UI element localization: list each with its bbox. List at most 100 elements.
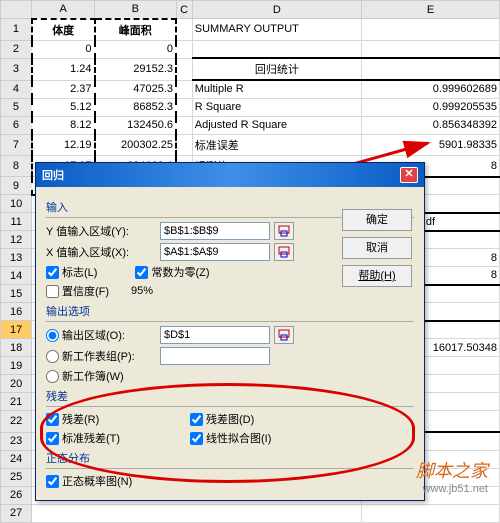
row-header[interactable]: 22 bbox=[1, 411, 32, 433]
cell[interactable]: 回归统计 bbox=[192, 58, 361, 80]
cancel-button[interactable]: 取消 bbox=[342, 237, 412, 259]
cell[interactable]: 5901.98335 bbox=[362, 134, 500, 155]
ok-button[interactable]: 确定 bbox=[342, 209, 412, 231]
cell[interactable] bbox=[362, 40, 500, 58]
row-header[interactable]: 7 bbox=[1, 134, 32, 155]
row-header[interactable]: 24 bbox=[1, 450, 32, 468]
cell[interactable]: 0.999205535 bbox=[362, 98, 500, 116]
help-button[interactable]: 帮助(H) bbox=[342, 265, 412, 287]
residual-checkbox[interactable] bbox=[46, 413, 59, 426]
cell[interactable] bbox=[176, 98, 192, 116]
cell[interactable]: 132450.6 bbox=[95, 116, 177, 134]
cell[interactable] bbox=[176, 58, 192, 80]
row-header[interactable]: 3 bbox=[1, 58, 32, 80]
cell[interactable]: R Square bbox=[192, 98, 361, 116]
cell[interactable]: 0.856348392 bbox=[362, 116, 500, 134]
row-header[interactable]: 15 bbox=[1, 285, 32, 303]
cell[interactable]: 86852.3 bbox=[95, 98, 177, 116]
cell[interactable]: 0 bbox=[32, 40, 95, 58]
cell[interactable] bbox=[192, 40, 361, 58]
output-range-ref-button[interactable] bbox=[274, 326, 294, 344]
row-header[interactable]: 5 bbox=[1, 98, 32, 116]
corner-cell[interactable] bbox=[1, 1, 32, 19]
const-zero-label: 常数为零(Z) bbox=[151, 264, 209, 280]
new-book-radio[interactable] bbox=[46, 370, 59, 383]
cell[interactable] bbox=[362, 19, 500, 41]
row-header[interactable]: 27 bbox=[1, 504, 32, 522]
cell[interactable]: Adjusted R Square bbox=[192, 116, 361, 134]
residual-section-label: 残差 bbox=[46, 388, 414, 407]
cell[interactable] bbox=[362, 504, 500, 522]
line-fit-label: 线性拟合图(I) bbox=[206, 430, 271, 446]
cell[interactable]: SUMMARY OUTPUT bbox=[192, 19, 361, 41]
close-button[interactable]: ✕ bbox=[400, 167, 418, 183]
row-header[interactable]: 26 bbox=[1, 486, 32, 504]
row-header[interactable]: 14 bbox=[1, 267, 32, 285]
cell[interactable]: 47025.3 bbox=[95, 80, 177, 98]
cell[interactable]: 1.24 bbox=[32, 58, 95, 80]
dialog-titlebar[interactable]: 回归 ✕ bbox=[36, 163, 424, 187]
row-header[interactable]: 1 bbox=[1, 19, 32, 41]
residual-plot-label: 残差图(D) bbox=[206, 411, 254, 427]
cell[interactable]: 5.12 bbox=[32, 98, 95, 116]
col-header-C[interactable]: C bbox=[176, 1, 192, 19]
row-header[interactable]: 16 bbox=[1, 303, 32, 321]
cell[interactable] bbox=[176, 134, 192, 155]
y-range-input[interactable] bbox=[160, 222, 270, 240]
row-header[interactable]: 10 bbox=[1, 195, 32, 213]
const-zero-checkbox[interactable] bbox=[135, 266, 148, 279]
col-header-E[interactable]: E bbox=[362, 1, 500, 19]
y-range-ref-button[interactable] bbox=[274, 222, 294, 240]
cell[interactable]: 0 bbox=[95, 40, 177, 58]
line-fit-checkbox[interactable] bbox=[190, 432, 203, 445]
row-header[interactable]: 4 bbox=[1, 80, 32, 98]
row-header[interactable]: 23 bbox=[1, 432, 32, 450]
residual-label: 残差(R) bbox=[62, 411, 99, 427]
normal-plot-checkbox[interactable] bbox=[46, 475, 59, 488]
output-range-radio[interactable] bbox=[46, 329, 59, 342]
dialog-title: 回归 bbox=[42, 167, 64, 183]
row-header[interactable]: 12 bbox=[1, 231, 32, 249]
new-sheet-radio[interactable] bbox=[46, 350, 59, 363]
cell[interactable] bbox=[176, 40, 192, 58]
cell[interactable] bbox=[176, 116, 192, 134]
row-header[interactable]: 18 bbox=[1, 339, 32, 357]
col-header-B[interactable]: B bbox=[95, 1, 177, 19]
new-book-label: 新工作簿(W) bbox=[62, 368, 124, 384]
row-header[interactable]: 2 bbox=[1, 40, 32, 58]
cell[interactable] bbox=[176, 19, 192, 41]
cell[interactable]: 标准误差 bbox=[192, 134, 361, 155]
col-header-A[interactable]: A bbox=[32, 1, 95, 19]
cell[interactable]: 12.19 bbox=[32, 134, 95, 155]
cell[interactable] bbox=[362, 58, 500, 80]
cell[interactable]: 2.37 bbox=[32, 80, 95, 98]
cell[interactable]: 29152.3 bbox=[95, 58, 177, 80]
cell[interactable]: 200302.25 bbox=[95, 134, 177, 155]
cell[interactable]: 峰面积 bbox=[95, 19, 177, 41]
cell[interactable]: Multiple R bbox=[192, 80, 361, 98]
row-header[interactable]: 13 bbox=[1, 249, 32, 267]
row-header[interactable]: 20 bbox=[1, 375, 32, 393]
row-header[interactable]: 8 bbox=[1, 155, 32, 177]
x-range-input[interactable] bbox=[160, 243, 270, 261]
row-header[interactable]: 21 bbox=[1, 393, 32, 411]
row-header[interactable]: 25 bbox=[1, 468, 32, 486]
residual-plot-checkbox[interactable] bbox=[190, 413, 203, 426]
col-header-D[interactable]: D bbox=[192, 1, 361, 19]
cell[interactable]: 体度 bbox=[32, 19, 95, 41]
row-header[interactable]: 17 bbox=[1, 321, 32, 339]
row-header[interactable]: 9 bbox=[1, 177, 32, 195]
row-header[interactable]: 19 bbox=[1, 357, 32, 375]
labels-checkbox[interactable] bbox=[46, 266, 59, 279]
cell[interactable]: 0.999602689 bbox=[362, 80, 500, 98]
row-header[interactable]: 6 bbox=[1, 116, 32, 134]
cell[interactable]: 8.12 bbox=[32, 116, 95, 134]
new-sheet-input[interactable] bbox=[160, 347, 270, 365]
std-residual-checkbox[interactable] bbox=[46, 432, 59, 445]
cell[interactable] bbox=[176, 80, 192, 98]
x-range-ref-button[interactable] bbox=[274, 243, 294, 261]
confidence-checkbox[interactable] bbox=[46, 285, 59, 298]
output-range-input[interactable] bbox=[160, 326, 270, 344]
row-header[interactable]: 11 bbox=[1, 213, 32, 231]
output-range-label: 输出区域(O): bbox=[62, 327, 125, 343]
